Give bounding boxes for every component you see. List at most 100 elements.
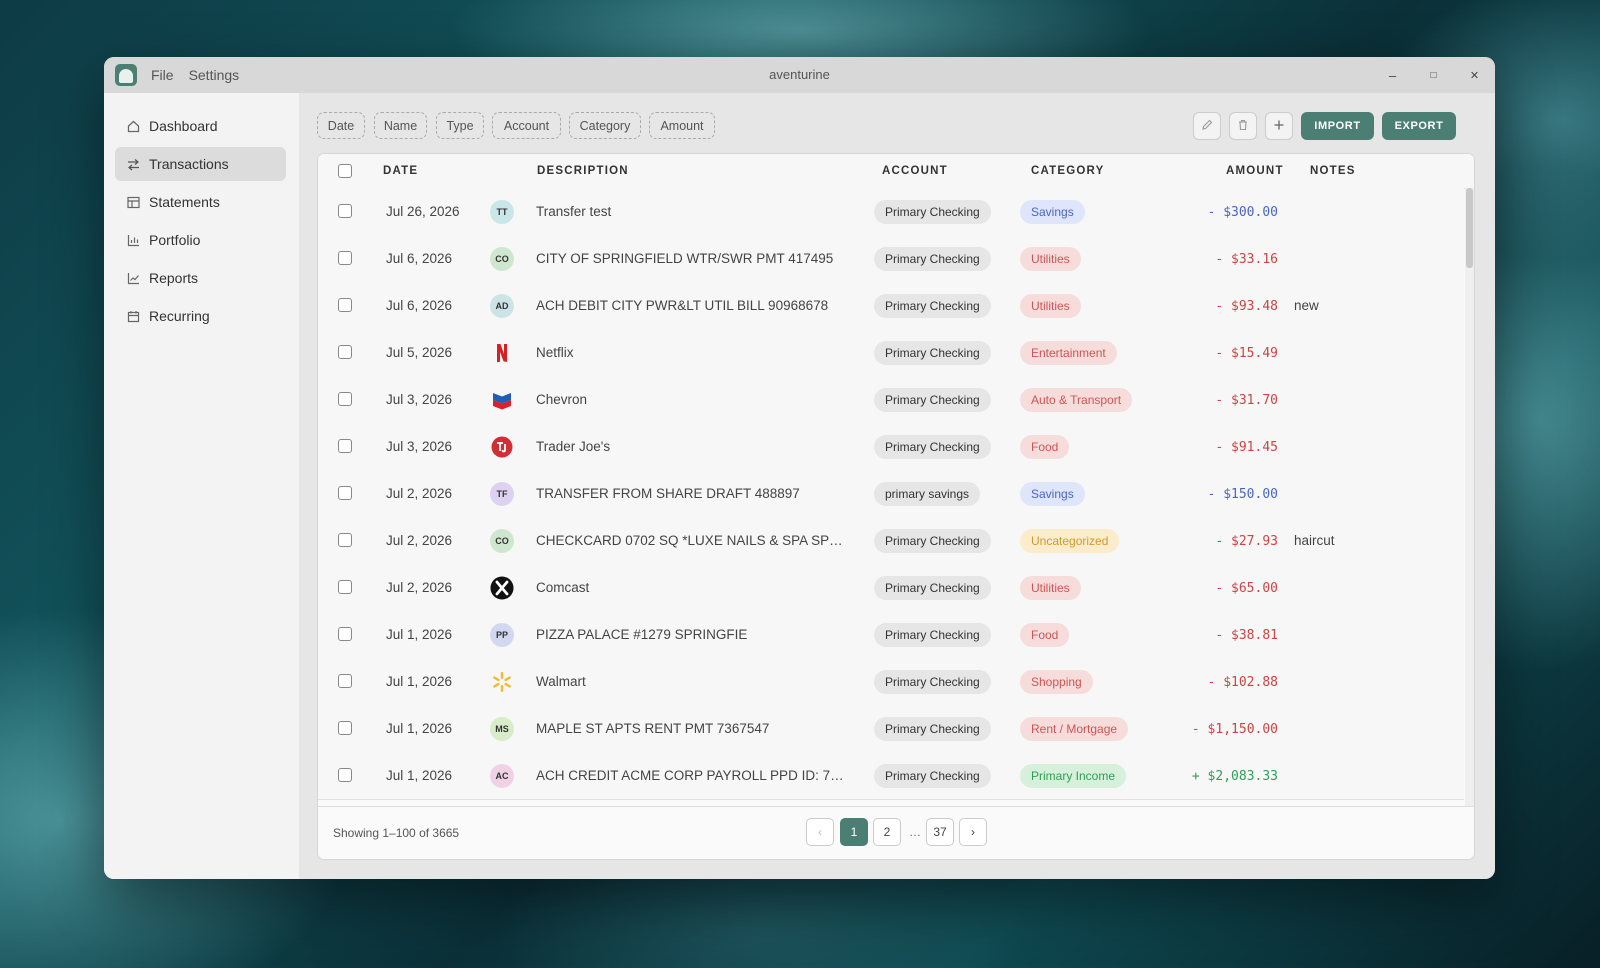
account-badge: Primary Checking [874, 670, 991, 694]
filter-name[interactable]: Name [374, 112, 427, 139]
chevron-logo-icon [490, 388, 514, 412]
table-row[interactable]: Jul 6, 2026 AD ACH DEBIT CITY PWR&LT UTIL … [318, 282, 1464, 330]
category-badge[interactable]: Primary Income [1020, 764, 1127, 788]
header-category[interactable]: CATEGORY [1031, 154, 1105, 188]
edit-button[interactable] [1193, 112, 1221, 140]
category-badge[interactable]: Food [1020, 623, 1070, 647]
avatar-initials: AC [490, 764, 514, 788]
close-button[interactable]: ✕ [1454, 69, 1495, 82]
category-badge[interactable]: Utilities [1020, 247, 1081, 271]
table-row[interactable]: Jul 1, 2026 AC ACH CREDIT ACME CORP PAYROL… [318, 752, 1464, 800]
row-description: PIZZA PALACE #1279 SPRINGFIE [536, 627, 748, 642]
header-account[interactable]: ACCOUNT [882, 154, 948, 188]
row-notes[interactable]: haircut [1294, 517, 1335, 564]
menu-file[interactable]: File [151, 67, 174, 83]
avatar-initials: PP [490, 623, 514, 647]
table-row[interactable]: Jul 2, 2026 TF TRANSFER FROM SHARE DRAFT 4… [318, 470, 1464, 518]
row-date: Jul 6, 2026 [386, 298, 453, 313]
category-badge[interactable]: Food [1020, 435, 1070, 459]
next-page-button[interactable]: › [959, 818, 987, 846]
netflix-logo-icon [490, 341, 514, 365]
row-date: Jul 1, 2026 [386, 674, 453, 689]
row-checkbox[interactable] [338, 533, 352, 547]
row-checkbox[interactable] [338, 298, 352, 312]
filter-category[interactable]: Category [569, 112, 641, 139]
minimize-button[interactable]: – [1372, 68, 1413, 83]
table-row[interactable]: Jul 2, 2026 Comcast Primary Checking Utilit… [318, 564, 1464, 612]
account-badge: Primary Checking [874, 764, 991, 788]
header-date[interactable]: DATE [383, 154, 418, 188]
table-row[interactable]: Jul 26, 2026 TT Transfer test Primary Check… [318, 188, 1464, 236]
menu-settings[interactable]: Settings [189, 67, 240, 83]
table-row[interactable]: Jul 5, 2026 Netflix Primary Checking Entert… [318, 329, 1464, 377]
sidebar-item-dashboard[interactable]: Dashboard [115, 109, 286, 143]
category-badge[interactable]: Shopping [1020, 670, 1093, 694]
row-checkbox[interactable] [338, 392, 352, 406]
filter-type[interactable]: Type [436, 112, 484, 139]
account-badge: Primary Checking [874, 341, 991, 365]
category-badge[interactable]: Savings [1020, 200, 1085, 224]
table-row[interactable]: Jul 3, 2026 Trader Joe's Primary Checking F… [318, 423, 1464, 471]
sidebar-item-statements[interactable]: Statements [115, 185, 286, 219]
table-row[interactable]: Jul 2, 2026 CO CHECKCARD 0702 SQ *LUXE NAI… [318, 517, 1464, 565]
select-all-checkbox[interactable] [338, 164, 352, 178]
import-button[interactable]: IMPORT [1301, 112, 1374, 140]
account-badge: Primary Checking [874, 294, 991, 318]
table-row[interactable]: Jul 1, 2026 Walmart Primary Checking Shoppi… [318, 658, 1464, 706]
table-row[interactable]: Jul 1, 2026 PP PIZZA PALACE #1279 SPRINGFI… [318, 611, 1464, 659]
delete-button[interactable] [1229, 112, 1257, 140]
category-badge[interactable]: Uncategorized [1020, 529, 1120, 553]
filter-date[interactable]: Date [317, 112, 365, 139]
filter-account[interactable]: Account [492, 112, 561, 139]
row-checkbox[interactable] [338, 768, 352, 782]
category-badge[interactable]: Auto & Transport [1020, 388, 1133, 412]
table-scrollbar[interactable] [1465, 188, 1474, 807]
category-badge[interactable]: Savings [1020, 482, 1085, 506]
row-checkbox[interactable] [338, 674, 352, 688]
category-badge[interactable]: Utilities [1020, 576, 1081, 600]
header-notes[interactable]: NOTES [1310, 154, 1356, 188]
row-notes[interactable]: new [1294, 282, 1319, 329]
category-badge[interactable]: Entertainment [1020, 341, 1117, 365]
category-badge[interactable]: Utilities [1020, 294, 1081, 318]
sidebar-item-portfolio[interactable]: Portfolio [115, 223, 286, 257]
page-2-button[interactable]: 2 [873, 818, 901, 846]
row-description: CITY OF SPRINGFIELD WTR/SWR PMT 417495 [536, 251, 834, 266]
row-checkbox[interactable] [338, 204, 352, 218]
row-checkbox[interactable] [338, 251, 352, 265]
row-checkbox[interactable] [338, 345, 352, 359]
page-1-button[interactable]: 1 [840, 818, 868, 846]
filter-amount[interactable]: Amount [649, 112, 715, 139]
row-date: Jul 1, 2026 [386, 627, 453, 642]
traderjoes-logo-icon [490, 435, 514, 459]
row-checkbox[interactable] [338, 486, 352, 500]
avatar-initials: MS [490, 717, 514, 741]
category-badge[interactable]: Rent / Mortgage [1020, 717, 1129, 741]
table-row[interactable]: Jul 3, 2026 Chevron Primary Checking Auto &… [318, 376, 1464, 424]
add-button[interactable] [1265, 112, 1293, 140]
row-date: Jul 1, 2026 [386, 721, 453, 736]
table-row[interactable]: Jul 1, 2026 MS MAPLE ST APTS RENT PMT 7367… [318, 705, 1464, 753]
row-checkbox[interactable] [338, 439, 352, 453]
account-badge: Primary Checking [874, 529, 991, 553]
prev-page-button[interactable]: ‹ [806, 818, 834, 846]
row-amount: - $1,150.00 [1191, 722, 1278, 737]
maximize-button[interactable]: □ [1413, 70, 1454, 81]
scrollbar-thumb[interactable] [1466, 188, 1473, 268]
row-checkbox[interactable] [338, 580, 352, 594]
header-description[interactable]: DESCRIPTION [537, 154, 629, 188]
header-amount[interactable]: AMOUNT [1226, 154, 1284, 188]
sidebar-item-transactions[interactable]: Transactions [115, 147, 286, 181]
avatar-initials: TF [490, 482, 514, 506]
sidebar-item-reports[interactable]: Reports [115, 261, 286, 295]
page-37-button[interactable]: 37 [926, 818, 954, 846]
table-row[interactable]: Jul 6, 2026 CO CITY OF SPRINGFIELD WTR/SWR… [318, 235, 1464, 283]
walmart-logo-icon [490, 670, 514, 694]
calendar-icon [126, 309, 140, 323]
row-checkbox[interactable] [338, 627, 352, 641]
app-logo-icon [115, 64, 137, 86]
export-button[interactable]: EXPORT [1382, 112, 1456, 140]
sidebar-item-recurring[interactable]: Recurring [115, 299, 286, 333]
row-checkbox[interactable] [338, 721, 352, 735]
title-bar: File Settings aventurine – □ ✕ [104, 57, 1495, 93]
